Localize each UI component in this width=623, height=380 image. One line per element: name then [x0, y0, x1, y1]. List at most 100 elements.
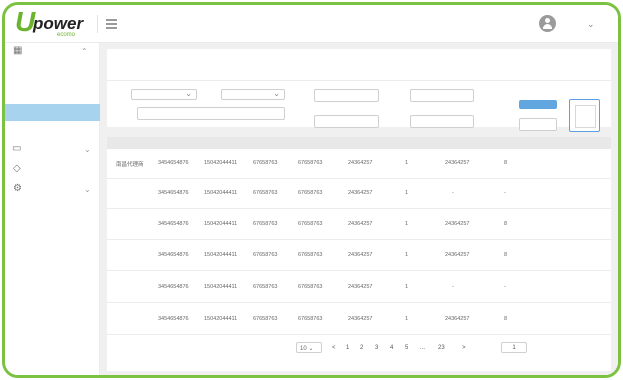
cell-6: 1: [405, 284, 409, 290]
user-avatar-icon[interactable]: [539, 15, 556, 32]
sidebar-item-stats[interactable]: ◇: [5, 163, 100, 177]
cell-3: 67658763: [253, 252, 278, 258]
table-row[interactable]: 3454654876 15042044411 67658763 67658763…: [107, 179, 611, 209]
cell-5: 24364257: [348, 284, 373, 290]
prev-page-button[interactable]: <: [332, 345, 336, 351]
cell-7: -: [452, 284, 454, 290]
chevron-down-icon: ⌄: [84, 145, 91, 154]
page-ellipsis: ...: [420, 345, 426, 351]
cell-1: 3454654876: [158, 160, 189, 166]
sidebar: ▦ ⌃ ▭ ⌄ ◇ ⚙ ⌄: [5, 43, 100, 375]
cell-1: 3454654876: [158, 284, 189, 290]
cell-7: 24364257: [445, 252, 470, 258]
page-5[interactable]: 5: [405, 345, 408, 351]
export-button[interactable]: [569, 99, 600, 132]
filter-input-2[interactable]: [410, 89, 474, 102]
cell-1: 3454654876: [158, 252, 189, 258]
next-page-button[interactable]: >: [462, 345, 466, 351]
cell-8: 8: [504, 316, 508, 322]
cell-2: 15042044411: [204, 190, 238, 196]
card-icon: ▭: [12, 143, 22, 154]
cell-7: 24364257: [445, 221, 470, 227]
chevron-down-icon: ⌄: [273, 89, 280, 98]
cell-6: 1: [405, 160, 409, 166]
gear-icon: ⚙: [13, 183, 22, 194]
filter-select-2[interactable]: ⌄: [221, 89, 285, 100]
cell-3: 67658763: [253, 284, 278, 290]
goto-page-input[interactable]: 1: [501, 342, 527, 353]
cell-6: 1: [405, 190, 409, 196]
cell-2: 15042044411: [204, 160, 238, 166]
cell-2: 15042044411: [204, 252, 238, 258]
cell-4: 67658763: [298, 160, 323, 166]
cell-8: 8: [504, 160, 508, 166]
table-row[interactable]: 3454654876 15042044411 67658763 67658763…: [107, 273, 611, 303]
cell-8: 8: [504, 221, 508, 227]
page-1[interactable]: 1: [346, 345, 349, 351]
cell-8: -: [504, 284, 506, 290]
cell-6: 1: [405, 316, 409, 322]
cell-1: 3454654876: [158, 190, 189, 196]
page-4[interactable]: 4: [390, 345, 393, 351]
grid-icon: ▦: [13, 45, 23, 56]
cell-4: 67658763: [298, 284, 323, 290]
page-3[interactable]: 3: [375, 345, 378, 351]
cell-4: 67658763: [298, 221, 323, 227]
cell-5: 24364257: [348, 160, 373, 166]
cell-1: 3454654876: [158, 221, 189, 227]
page-size-value: 10: [300, 346, 307, 352]
chevron-down-icon: ⌄: [84, 185, 91, 194]
top-bar: U power ecomo ⌄: [5, 5, 618, 43]
filter-input-5[interactable]: [410, 115, 474, 128]
cell-3: 67658763: [253, 190, 278, 196]
divider: [97, 15, 98, 33]
cell-8: 8: [504, 252, 508, 258]
chevron-down-icon[interactable]: ⌄: [587, 19, 595, 30]
page-last[interactable]: 23: [438, 345, 445, 351]
logo: U power ecomo: [15, 6, 97, 39]
cell-6: 1: [405, 252, 409, 258]
filter-select-1[interactable]: ⌄: [131, 89, 197, 100]
table-row[interactable]: 3454654876 15042044411 67658763 67658763…: [107, 305, 611, 335]
filter-input-4[interactable]: [314, 115, 379, 128]
sidebar-item-cards[interactable]: ▭ ⌄: [5, 143, 100, 157]
cell-3: 67658763: [253, 316, 278, 322]
chevron-down-icon: ⌄: [185, 89, 192, 98]
chart-icon: ◇: [13, 163, 21, 174]
divider: [107, 80, 611, 81]
table-header: [107, 137, 611, 149]
cell-name: 南昌代理商: [116, 162, 144, 168]
cell-1: 3454654876: [158, 316, 189, 322]
sidebar-item-main[interactable]: ▦ ⌃: [5, 45, 100, 59]
table-row[interactable]: 3454654876 15042044411 67658763 67658763…: [107, 241, 611, 271]
page-size-select[interactable]: 10 ⌄: [296, 342, 322, 353]
table-row[interactable]: 南昌代理商 3454654876 15042044411 67658763 67…: [107, 149, 611, 179]
logo-name: power: [33, 14, 84, 33]
cell-6: 1: [405, 221, 409, 227]
logo-subtitle: ecomo: [57, 32, 76, 38]
cell-5: 24364257: [348, 252, 373, 258]
cell-2: 15042044411: [204, 284, 238, 290]
cell-5: 24364257: [348, 316, 373, 322]
filter-input-1[interactable]: [314, 89, 379, 102]
cell-4: 67658763: [298, 316, 323, 322]
cell-7: 24364257: [445, 160, 470, 166]
sidebar-item-active[interactable]: [5, 104, 100, 121]
pagination: 10 ⌄ < 1 2 3 4 5 ... 23 > 1: [107, 339, 611, 359]
reset-button[interactable]: [519, 118, 557, 131]
table-row[interactable]: 3454654876 15042044411 67658763 67658763…: [107, 210, 611, 240]
cell-7: 24364257: [445, 316, 470, 322]
cell-3: 67658763: [253, 221, 278, 227]
search-button[interactable]: [519, 100, 557, 109]
cell-8: -: [504, 190, 506, 196]
cell-2: 15042044411: [204, 221, 238, 227]
filter-input-3[interactable]: [137, 107, 285, 120]
filter-panel: ⌄ ⌄: [107, 49, 611, 132]
data-table: 南昌代理商 3454654876 15042044411 67658763 67…: [107, 149, 611, 371]
sidebar-item-settings[interactable]: ⚙ ⌄: [5, 183, 100, 197]
hamburger-icon[interactable]: [106, 19, 117, 29]
cell-3: 67658763: [253, 160, 278, 166]
page-2[interactable]: 2: [360, 345, 363, 351]
chevron-up-icon: ⌃: [81, 47, 88, 56]
cell-4: 67658763: [298, 190, 323, 196]
